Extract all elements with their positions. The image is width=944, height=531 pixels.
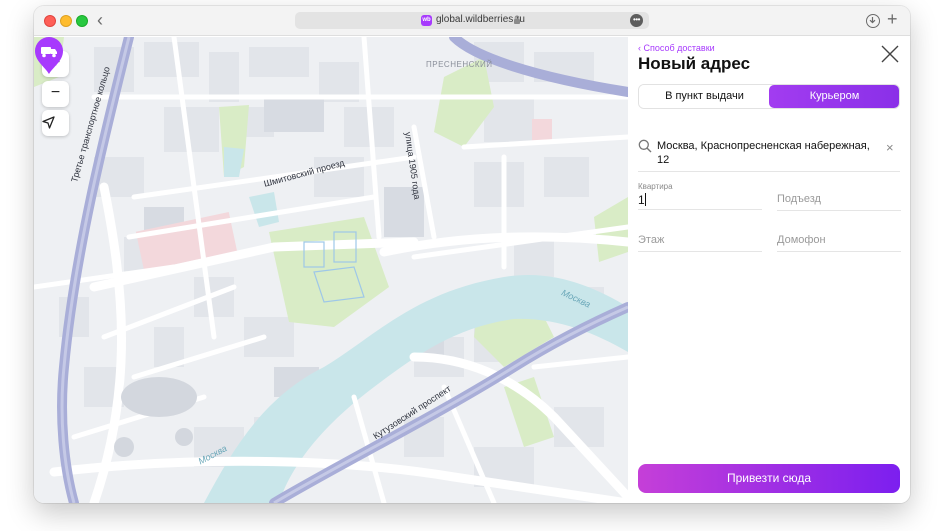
tab-pickup-point[interactable]: В пункт выдачи bbox=[639, 85, 770, 108]
minimize-window-button[interactable] bbox=[60, 15, 72, 27]
address-input[interactable]: Москва, Краснопресненская набережная, 12 bbox=[657, 139, 883, 167]
search-icon bbox=[638, 139, 652, 153]
address-bar[interactable]: wb global.wildberries.ru ••• bbox=[295, 12, 649, 29]
intercom-placeholder: Домофон bbox=[777, 234, 826, 246]
browser-titlebar: ‹ wb global.wildberries.ru ••• + bbox=[34, 6, 910, 36]
maximize-window-button[interactable] bbox=[76, 15, 88, 27]
entrance-placeholder: Подъезд bbox=[777, 193, 821, 205]
deliver-here-button[interactable]: Привезти сюда bbox=[638, 464, 900, 493]
intercom-field[interactable]: Домофон bbox=[777, 230, 901, 252]
downloads-icon[interactable] bbox=[866, 14, 880, 28]
address-panel: ‹ Способ доставки Новый адрес В пункт вы… bbox=[628, 37, 910, 503]
page-title: Новый адрес bbox=[638, 54, 751, 73]
address-divider bbox=[638, 171, 900, 172]
close-icon[interactable] bbox=[880, 44, 900, 64]
map-view[interactable]: Третье транспортное кольцо ПРЕСНЕНСКИЙ Ш… bbox=[34, 37, 628, 503]
clear-address-button[interactable]: × bbox=[886, 140, 894, 155]
floor-placeholder: Этаж bbox=[638, 234, 665, 246]
url-text: global.wildberries.ru bbox=[436, 14, 525, 25]
apartment-label: Квартира bbox=[638, 182, 673, 191]
site-favicon-icon: wb bbox=[421, 15, 432, 26]
entrance-field[interactable]: Подъезд bbox=[777, 189, 901, 211]
new-tab-button[interactable]: + bbox=[887, 9, 898, 30]
delivery-method-back-link[interactable]: ‹ Способ доставки bbox=[638, 43, 715, 53]
lock-icon bbox=[514, 15, 520, 24]
apartment-value: 1 bbox=[638, 193, 646, 207]
back-link-label: Способ доставки bbox=[643, 43, 715, 53]
delivery-type-tabs: В пункт выдачи Курьером bbox=[638, 84, 900, 109]
delivery-pin-icon[interactable] bbox=[34, 37, 64, 75]
apartment-field[interactable]: Квартира 1 bbox=[638, 182, 762, 210]
tab-courier[interactable]: Курьером bbox=[769, 85, 899, 108]
browser-window: ‹ wb global.wildberries.ru ••• + Третье … bbox=[34, 6, 910, 503]
map-label-presnensky: ПРЕСНЕНСКИЙ bbox=[426, 60, 493, 69]
map-canvas bbox=[34, 37, 628, 503]
locate-me-button[interactable] bbox=[42, 110, 69, 136]
more-options-icon[interactable]: ••• bbox=[630, 14, 643, 27]
floor-field[interactable]: Этаж bbox=[638, 230, 762, 252]
navigation-arrow-icon bbox=[42, 116, 55, 129]
browser-back-button[interactable]: ‹ bbox=[92, 11, 108, 31]
apartment-value-text: 1 bbox=[638, 193, 645, 207]
close-window-button[interactable] bbox=[44, 15, 56, 27]
zoom-out-button[interactable]: − bbox=[42, 81, 69, 107]
text-caret bbox=[644, 193, 646, 206]
